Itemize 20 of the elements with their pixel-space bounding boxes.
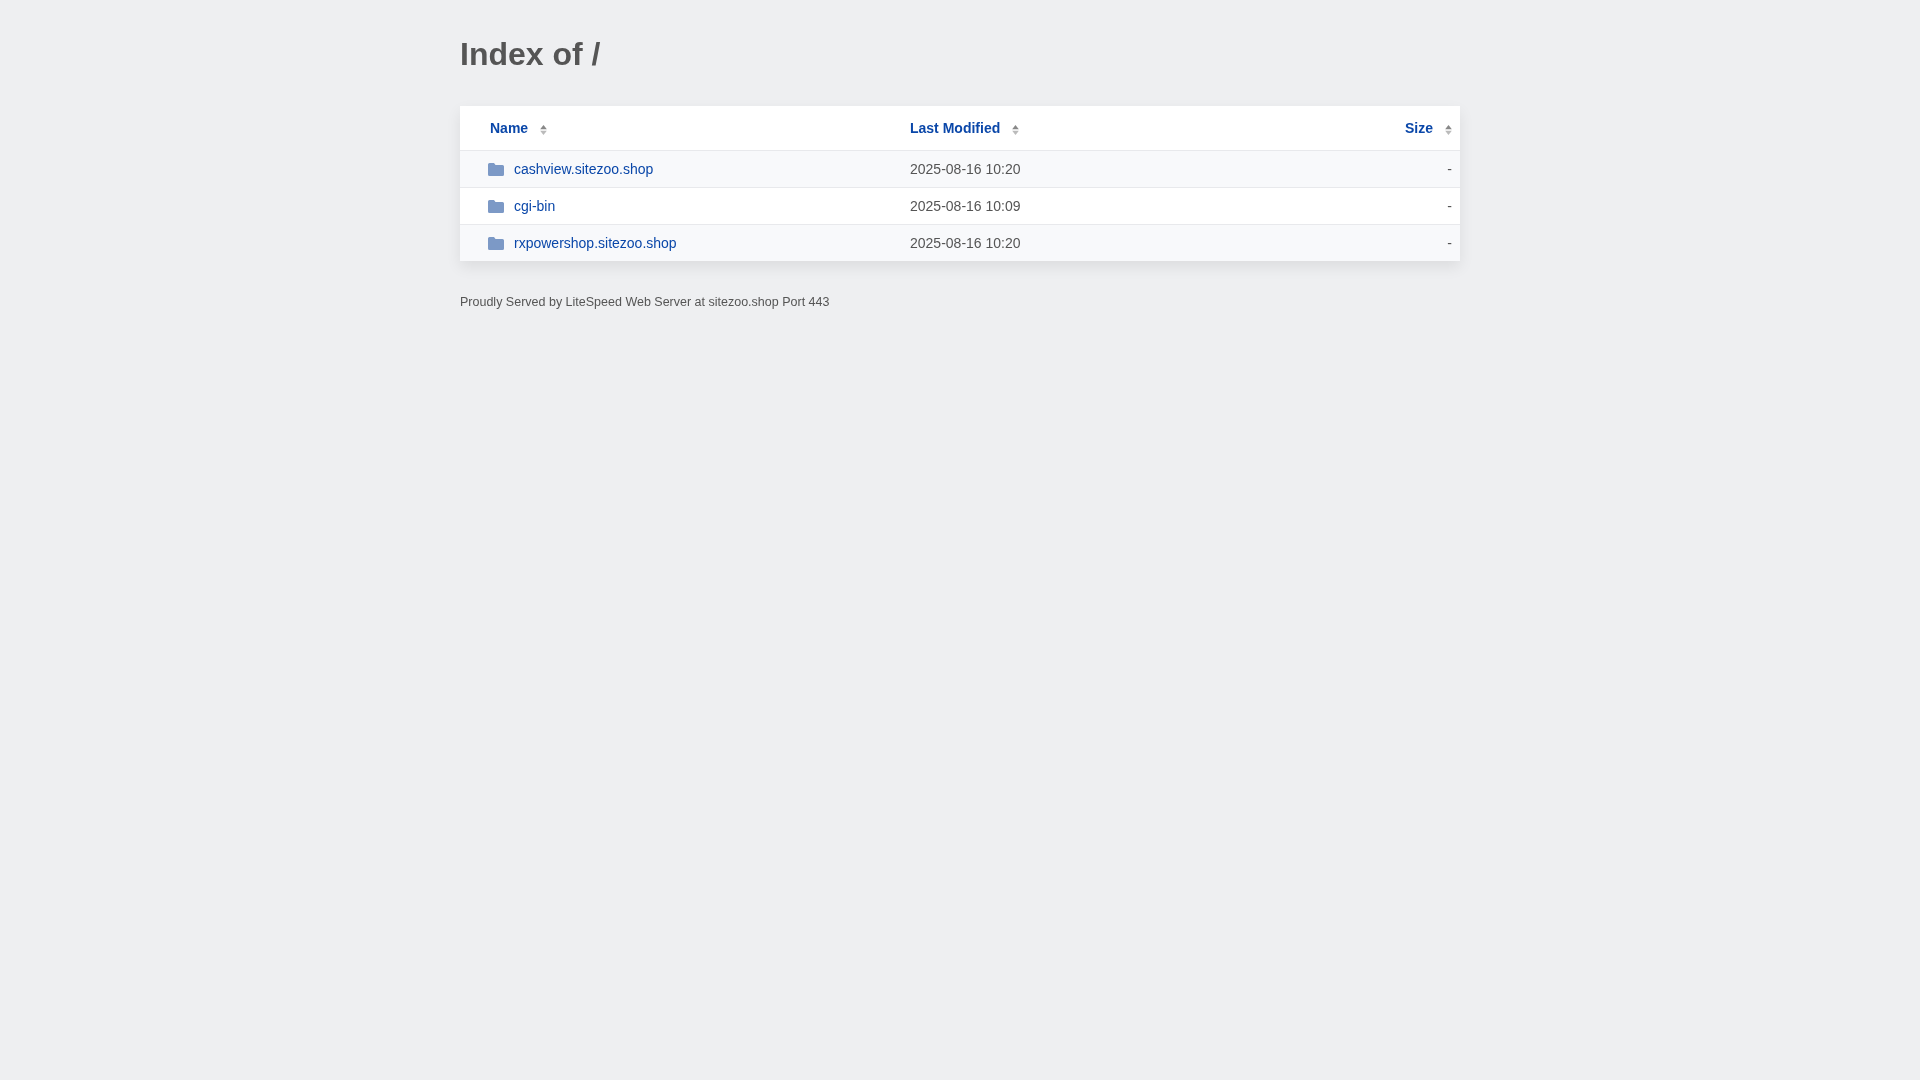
modified-date: 2025-08-16 10:09 [910,198,1021,214]
column-header-link[interactable]: Name [490,120,529,136]
sort-icon [1445,124,1452,135]
file-size: - [1447,198,1452,214]
file-size: - [1447,161,1452,177]
folder-icon [488,199,504,213]
column-header-link[interactable]: Size [1405,120,1433,136]
server-footer: Proudly Served by LiteSpeed Web Server at sitezoo.shop Port 443 [460,295,1460,309]
file-link[interactable]: rxpowershop.sitezoo.shop [514,235,677,251]
file-link[interactable]: cgi-bin [514,198,556,214]
modified-date: 2025-08-16 10:20 [910,235,1021,251]
file-size: - [1447,235,1452,251]
page-title: Index of / [460,35,602,74]
column-header-link[interactable]: Last Modified [910,120,1001,136]
folder-icon [488,162,504,176]
modified-date: 2025-08-16 10:20 [910,161,1021,177]
sort-icon [1012,124,1020,135]
file-link[interactable]: cashview.sitezoo.shop [514,161,654,177]
sort-icon [540,124,548,135]
folder-icon [488,236,504,250]
